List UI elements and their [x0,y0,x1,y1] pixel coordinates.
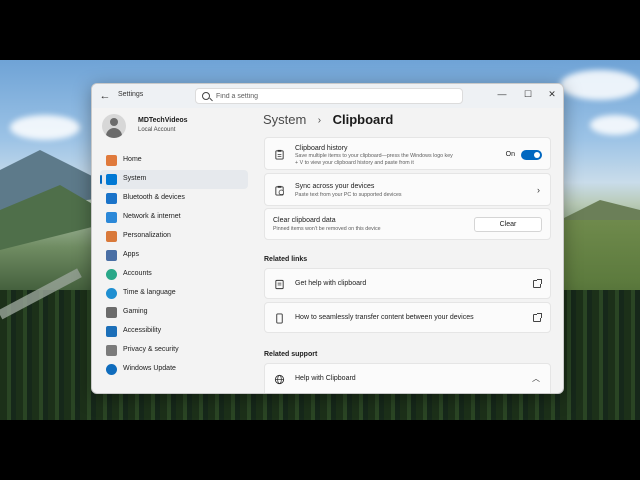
toggle-state-label: On [505,151,515,158]
sidebar-item-label: System [123,175,147,182]
sidebar-item-label: Gaming [123,308,148,315]
sidebar-item-home[interactable]: Home [100,151,248,170]
globe-clock-icon [106,288,117,299]
title-bar: ← Settings — ☐ ✕ [92,84,563,108]
sidebar-item-gaming[interactable]: Gaming [100,303,248,322]
gamepad-icon [106,307,117,318]
clear-button[interactable]: Clear [474,217,542,232]
sidebar-item-label: Privacy & security [123,346,179,353]
search-input[interactable] [216,91,456,102]
apps-icon [106,250,117,261]
chevron-up-icon[interactable]: ︿ [532,373,540,384]
related-link-transfer-label: How to seamlessly transfer content betwe… [295,314,474,321]
breadcrumb: System › Clipboard [263,111,393,129]
sidebar-item-label: Accessibility [123,327,162,334]
clear-data-title: Clear clipboard data [273,217,336,224]
sidebar-item-label: Windows Update [123,365,176,372]
minimize-button[interactable]: — [495,87,509,101]
clipboard-icon [275,149,284,160]
related-support-card[interactable]: Help with Clipboard ︿ [264,363,551,393]
sidebar-item-label: Home [123,156,142,163]
chevron-right-icon: › [537,185,540,195]
app-title: Settings [118,91,144,98]
breadcrumb-parent[interactable]: System [263,112,306,127]
clipboard-history-toggle[interactable] [521,150,542,160]
sidebar-item-accounts[interactable]: Accounts [100,265,248,284]
profile-name: MDTechVideos [138,117,188,124]
user-profile[interactable]: MDTechVideos Local Account [102,114,242,138]
related-link-transfer[interactable]: How to seamlessly transfer content betwe… [264,302,551,333]
clipboard-history-desc: Save multiple items to your clipboard—pr… [295,153,495,167]
cloud [590,115,640,135]
sidebar-item-personalization[interactable]: Personalization [100,227,248,246]
sidebar-item-label: Bluetooth & devices [123,194,185,201]
sidebar-item-time-language[interactable]: Time & language [100,284,248,303]
sidebar-item-privacy-security[interactable]: Privacy & security [100,341,248,360]
sidebar-item-system[interactable]: System [100,170,248,189]
sync-devices-card[interactable]: Sync across your devices Paste text from… [264,173,551,206]
sidebar-item-apps[interactable]: Apps [100,246,248,265]
phone-icon [276,313,283,324]
sync-title: Sync across your devices [295,183,375,190]
home-icon [106,155,117,166]
external-link-icon [533,279,542,288]
clipboard-history-title: Clipboard history [295,145,348,152]
clear-data-desc: Pinned items won't be removed on this de… [273,226,381,232]
cloud [560,70,640,100]
clipboard-history-desc-line2: + V to view your clipboard history and p… [295,160,414,166]
related-link-help[interactable]: Get help with clipboard [264,268,551,299]
profile-account-type: Local Account [138,127,176,133]
clear-data-card: Clear clipboard data Pinned items won't … [264,208,551,240]
sidebar-item-label: Accounts [123,270,152,277]
sidebar-item-network-internet[interactable]: Network & internet [100,208,248,227]
avatar [102,114,126,138]
related-links-heading: Related links [264,256,308,263]
person-icon [106,269,117,280]
clipboard-history-card: Clipboard history Save multiple items to… [264,137,551,170]
bluetooth-icon [106,193,117,204]
brush-icon [106,231,117,242]
sidebar-item-label: Network & internet [123,213,181,220]
sidebar-item-label: Apps [123,251,139,258]
settings-window: ← Settings — ☐ ✕ MDTechVideos Local Acco… [91,83,564,394]
related-link-help-label: Get help with clipboard [295,280,367,287]
shield-icon [106,345,117,356]
wifi-icon [106,212,117,223]
globe-icon [274,374,285,385]
clipboard-history-desc-line1: Save multiple items to your clipboard—pr… [295,153,453,159]
breadcrumb-separator: › [317,115,322,126]
back-button[interactable]: ← [98,89,112,103]
close-button[interactable]: ✕ [545,87,559,101]
sidebar-nav: Home System Bluetooth & devices Network & i… [100,151,248,379]
monitor-icon [106,174,117,185]
sidebar-item-label: Time & language [123,289,176,296]
accessibility-icon [106,326,117,337]
sidebar-item-label: Personalization [123,232,171,239]
sidebar-item-accessibility[interactable]: Accessibility [100,322,248,341]
external-link-icon [533,313,542,322]
sidebar-item-windows-update[interactable]: Windows Update [100,360,248,379]
related-support-heading: Related support [264,351,318,358]
sync-desc: Paste text from your PC to supported dev… [295,192,402,198]
sync-clipboard-icon [275,185,284,196]
sidebar-item-bluetooth-devices[interactable]: Bluetooth & devices [100,189,248,208]
maximize-button[interactable]: ☐ [521,87,535,101]
page-title: Clipboard [332,112,394,127]
cloud [10,115,80,140]
search-box[interactable] [195,88,463,104]
document-icon [275,279,284,290]
search-icon [202,92,210,100]
related-support-label: Help with Clipboard [295,375,356,382]
update-icon [106,364,117,375]
